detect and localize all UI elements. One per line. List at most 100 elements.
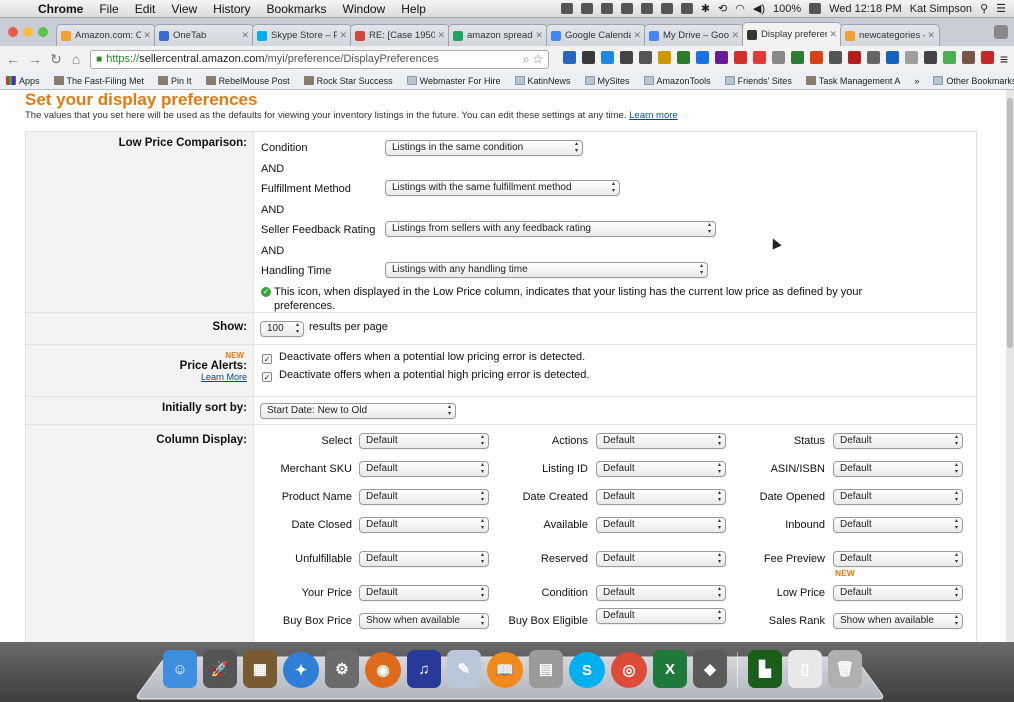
menu-window[interactable]: Window [335, 2, 394, 16]
extension-icon[interactable] [619, 51, 633, 64]
extension-icon[interactable] [581, 51, 595, 64]
zoom-window-icon[interactable] [38, 27, 48, 37]
document-icon[interactable]: ▯ [788, 650, 822, 688]
close-tab-icon[interactable]: ✕ [339, 30, 347, 41]
column-display-select[interactable]: Default [833, 551, 963, 567]
spotlight-icon[interactable]: ⚲ [980, 2, 988, 15]
skype-tray-icon[interactable] [600, 3, 613, 14]
close-tab-icon[interactable]: ✕ [927, 30, 935, 41]
sync-icon[interactable] [580, 3, 593, 14]
bookmark-item[interactable]: Apps [6, 76, 40, 86]
column-display-select[interactable]: Show when available [833, 613, 963, 629]
results-per-page-select[interactable]: 100 [260, 321, 304, 337]
profile-icon[interactable] [994, 25, 1008, 39]
menu-view[interactable]: View [163, 2, 205, 16]
preview-icon[interactable]: ▦ [243, 650, 277, 688]
finder-icon[interactable]: ☺ [163, 650, 197, 688]
browser-tab[interactable]: amazon spreads ✕ [448, 24, 548, 46]
browser-tab[interactable]: newcategories – ✕ [840, 24, 940, 46]
extension-icon[interactable] [809, 51, 823, 64]
menu-history[interactable]: History [205, 2, 258, 16]
menu-bookmarks[interactable]: Bookmarks [259, 2, 335, 16]
clock[interactable]: Wed 12:18 PM [829, 3, 902, 15]
browser-tab[interactable]: RE: [Case 19501 ✕ [350, 24, 450, 46]
chrome-icon[interactable]: ◎ [611, 652, 647, 688]
flag-tray-icon[interactable] [680, 3, 693, 14]
extension-icon[interactable] [733, 51, 747, 64]
other-bookmarks-folder[interactable]: Other Bookmarks [933, 76, 1014, 86]
back-arrow-icon[interactable]: ← [6, 51, 20, 67]
extension-icon[interactable] [866, 51, 880, 64]
user-name[interactable]: Kat Simpson [910, 3, 972, 15]
skype-icon[interactable]: S [569, 652, 605, 688]
extension-icon[interactable] [961, 51, 975, 64]
notification-center-icon[interactable]: ☰ [996, 2, 1006, 15]
bookmark-item[interactable]: Rock Star Success [303, 76, 393, 86]
browser-tab[interactable]: Amazon.com: Cl ✕ [56, 24, 156, 46]
safari-icon[interactable]: ✦ [283, 652, 319, 688]
extension-icon[interactable] [676, 51, 690, 64]
extension-icon[interactable] [657, 51, 671, 64]
calculator-icon[interactable]: ▤ [529, 650, 563, 688]
extension-icon[interactable] [790, 51, 804, 64]
bookmark-item[interactable]: Friends' Sites [724, 76, 792, 86]
ibooks-icon[interactable]: 📖 [487, 652, 523, 688]
browser-tab[interactable]: My Drive – Goog ✕ [644, 24, 744, 46]
bookmarks-overflow-button[interactable]: » [914, 76, 919, 86]
audacity-icon[interactable]: ♫ [407, 650, 441, 688]
bookmark-item[interactable]: MySites [584, 76, 630, 86]
reload-icon[interactable]: ↻ [50, 51, 62, 68]
sort-select[interactable]: Start Date: New to Old [260, 403, 456, 419]
extension-icon[interactable] [828, 51, 842, 64]
bookmark-item[interactable]: KatinNews [514, 76, 571, 86]
textedit-icon[interactable]: ✎ [447, 650, 481, 688]
menu-help[interactable]: Help [393, 2, 434, 16]
extension-icon[interactable] [942, 51, 956, 64]
column-display-select[interactable]: Default [833, 461, 963, 477]
forward-arrow-icon[interactable]: → [28, 51, 42, 67]
extension-icon[interactable] [752, 51, 766, 64]
column-display-select[interactable]: Default [833, 433, 963, 449]
app-menu[interactable]: Chrome [30, 2, 91, 16]
address-bar[interactable]: ■ https:// sellercentral.amazon.com /myi… [90, 49, 549, 69]
extension-icon[interactable] [885, 51, 899, 64]
firefox-icon[interactable]: ◉ [365, 652, 401, 688]
excel-icon[interactable]: X [653, 650, 687, 688]
wifi-icon[interactable]: ◠ [735, 2, 745, 15]
launchpad-icon[interactable]: 🚀 [203, 650, 237, 688]
browser-tab[interactable]: Skype Store – Pu✕ [252, 24, 352, 46]
menu-edit[interactable]: Edit [127, 2, 164, 16]
notification-icon[interactable] [560, 3, 573, 14]
fulfillment-method-select[interactable]: Listings with the same fulfillment metho… [385, 180, 620, 196]
bookmark-item[interactable]: The Fast-Filing Met [53, 76, 144, 86]
learn-more-link[interactable]: Learn more [629, 110, 678, 121]
system-preferences-icon[interactable]: ⚙ [325, 650, 359, 688]
extension-icon[interactable] [847, 51, 861, 64]
extension-icon[interactable] [980, 51, 994, 64]
bookmark-star-icon[interactable]: ⌕ ☆ [523, 52, 543, 67]
price-alerts-learn-more-link[interactable]: Learn More [26, 372, 247, 382]
extension-icon[interactable] [562, 51, 576, 64]
column-display-select[interactable]: Default [833, 585, 963, 601]
extension-icon[interactable] [638, 51, 652, 64]
low-pricing-error-checkbox[interactable]: ✓ [262, 354, 272, 364]
browser-tab[interactable]: OneTab ✕ [154, 24, 254, 46]
evernote-tray-icon[interactable] [640, 3, 653, 14]
time-machine-icon[interactable]: ⟲ [718, 2, 727, 15]
extension-icon[interactable] [714, 51, 728, 64]
close-tab-icon[interactable]: ✕ [437, 30, 445, 41]
bookmark-item[interactable]: Task Management A [805, 76, 900, 86]
column-display-select[interactable]: Default [833, 489, 963, 505]
battery-percent[interactable]: 100% [773, 3, 801, 15]
close-tab-icon[interactable]: ✕ [829, 29, 837, 40]
close-tab-icon[interactable]: ✕ [633, 30, 641, 41]
handling-time-select[interactable]: Listings with any handling time [385, 262, 708, 278]
volume-icon[interactable]: ◀) [753, 2, 765, 15]
trash-icon[interactable]: 🗑 [828, 650, 862, 688]
bookmark-item[interactable]: RebelMouse Post [205, 76, 290, 86]
column-display-select[interactable]: Default [833, 517, 963, 533]
extension-icon[interactable] [600, 51, 614, 64]
high-pricing-error-checkbox[interactable]: ✓ [262, 372, 272, 382]
bookmark-item[interactable]: Webmaster For Hire [406, 76, 501, 86]
bookmark-item[interactable]: Pin It [158, 76, 192, 86]
